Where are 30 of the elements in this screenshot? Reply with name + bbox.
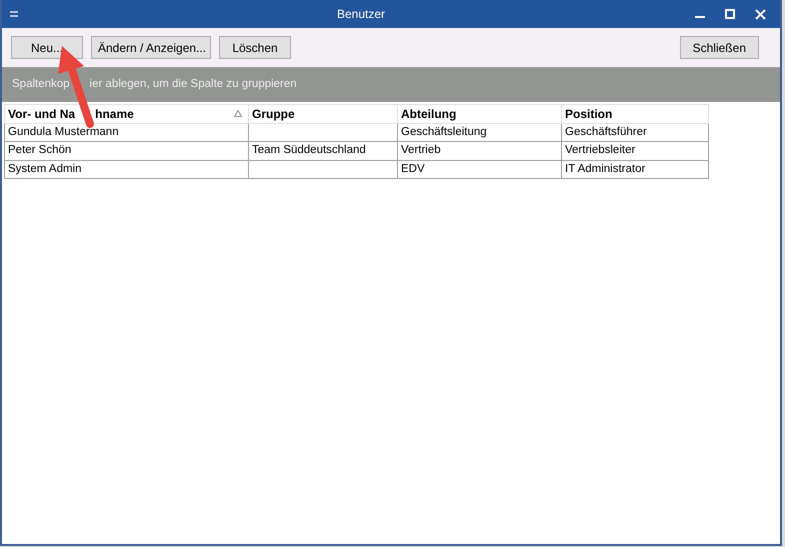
table-cell: Team Süddeutschland bbox=[248, 142, 398, 160]
sort-icon bbox=[234, 110, 242, 117]
close-button[interactable]: Schließen bbox=[680, 36, 759, 59]
toolbar-button[interactable]: Löschen bbox=[219, 36, 291, 59]
window-title: Benutzer bbox=[337, 6, 386, 23]
table-cell: Geschäftsführer bbox=[562, 124, 708, 142]
table-cell: Peter Schön bbox=[4, 142, 248, 160]
toolbar-button[interactable]: Ändern / Anzeigen... bbox=[91, 36, 211, 59]
column-header[interactable]: Position bbox=[562, 104, 708, 124]
column-header[interactable]: Vor- und Na hname bbox=[4, 104, 248, 124]
table-cell: Geschäftsleitung bbox=[398, 124, 562, 142]
menu-icon[interactable] bbox=[10, 11, 18, 17]
header-label: hname bbox=[95, 106, 134, 123]
table-cell: Gundula Mustermann bbox=[4, 124, 248, 142]
table-cell: EDV bbox=[398, 160, 562, 178]
table-cell: System Admin bbox=[4, 160, 248, 178]
header-label: Gruppe bbox=[252, 106, 295, 123]
table-cell: IT Administrator bbox=[562, 160, 708, 178]
table-cell: Vertrieb bbox=[398, 142, 562, 160]
toolbar-button[interactable]: Neu... bbox=[11, 36, 83, 59]
group-hint: Spaltenkop bbox=[12, 77, 70, 92]
column-header[interactable]: Abteilung bbox=[398, 104, 562, 124]
close-icon[interactable] bbox=[755, 8, 766, 20]
table-cell: Vertriebsleiter bbox=[562, 142, 708, 160]
group-hint: ier ablegen, um die Spalte zu gruppieren bbox=[90, 77, 297, 92]
header-label: Vor- und Na bbox=[8, 106, 76, 123]
maximize-icon[interactable] bbox=[725, 9, 735, 19]
header-label: Position bbox=[565, 106, 612, 123]
header-label: Abteilung bbox=[401, 106, 456, 123]
column-header[interactable]: Gruppe bbox=[248, 104, 398, 124]
